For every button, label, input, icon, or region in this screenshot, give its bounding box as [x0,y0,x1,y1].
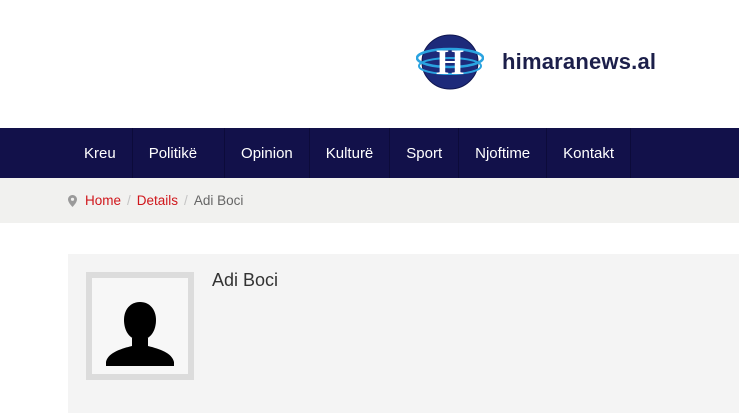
breadcrumb: Home / Details / Adi Boci [68,193,243,208]
logo-globe-icon: H [416,34,484,90]
nav-item-kontakt[interactable]: Kontakt [547,128,632,178]
breadcrumb-home-link[interactable]: Home [85,193,121,208]
breadcrumb-current: Adi Boci [193,193,244,208]
profile-name: Adi Boci [212,270,279,290]
nav-item-njoftime[interactable]: Njoftime [459,128,548,178]
site-logo[interactable]: H himaranews.al [416,33,656,91]
nav-menu: Kreu Politikë Opinion Kulturë Sport Njof… [68,128,632,178]
nav-item-kulture[interactable]: Kulturë [310,128,391,178]
avatar [86,272,194,380]
logo-mark-letter: H [436,42,464,82]
nav-item-sport[interactable]: Sport [390,128,460,178]
breadcrumb-details-link[interactable]: Details [137,193,178,208]
site-header: H himaranews.al [0,0,739,128]
breadcrumb-separator: / [127,193,131,208]
profile-card: Adi Boci [68,254,739,413]
nav-item-kreu[interactable]: Kreu [68,128,133,178]
logo-text: himaranews.al [502,49,657,74]
map-pin-icon [68,194,77,207]
nav-item-politike[interactable]: Politikë [133,128,226,178]
main-navbar: Kreu Politikë Opinion Kulturë Sport Njof… [0,128,739,178]
person-silhouette-icon [106,302,174,366]
nav-item-opinion[interactable]: Opinion [225,128,310,178]
breadcrumb-bar: Home / Details / Adi Boci [0,178,739,223]
breadcrumb-separator: / [184,193,188,208]
